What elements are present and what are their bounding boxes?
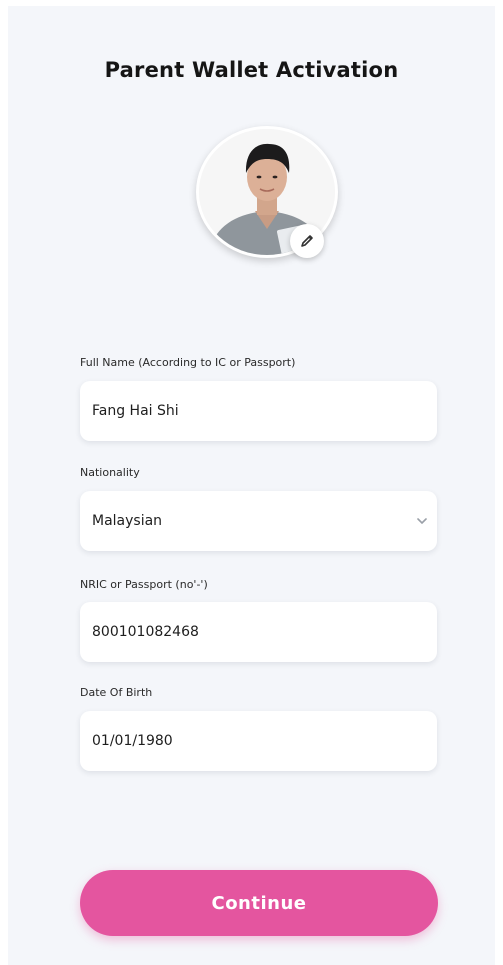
full-name-value: Fang Hai Shi: [92, 403, 179, 419]
chevron-down-icon: [417, 518, 427, 524]
full-name-label: Full Name (According to IC or Passport): [80, 356, 296, 369]
page-title: Parent Wallet Activation: [104, 58, 399, 82]
nationality-label: Nationality: [80, 466, 140, 479]
nric-value: 800101082468: [92, 624, 199, 640]
dob-label: Date Of Birth: [80, 686, 153, 699]
nric-label: NRIC or Passport (no'-'): [80, 578, 208, 591]
continue-button[interactable]: Continue: [80, 870, 438, 936]
nationality-select[interactable]: Malaysian: [80, 491, 437, 551]
dob-value: 01/01/1980: [92, 733, 173, 749]
full-name-field[interactable]: Fang Hai Shi: [80, 381, 437, 441]
dob-field[interactable]: 01/01/1980: [80, 711, 437, 771]
pencil-icon: [301, 235, 313, 247]
nric-field[interactable]: 800101082468: [80, 602, 437, 662]
edit-avatar-button[interactable]: [290, 224, 324, 258]
nationality-value: Malaysian: [92, 513, 163, 529]
